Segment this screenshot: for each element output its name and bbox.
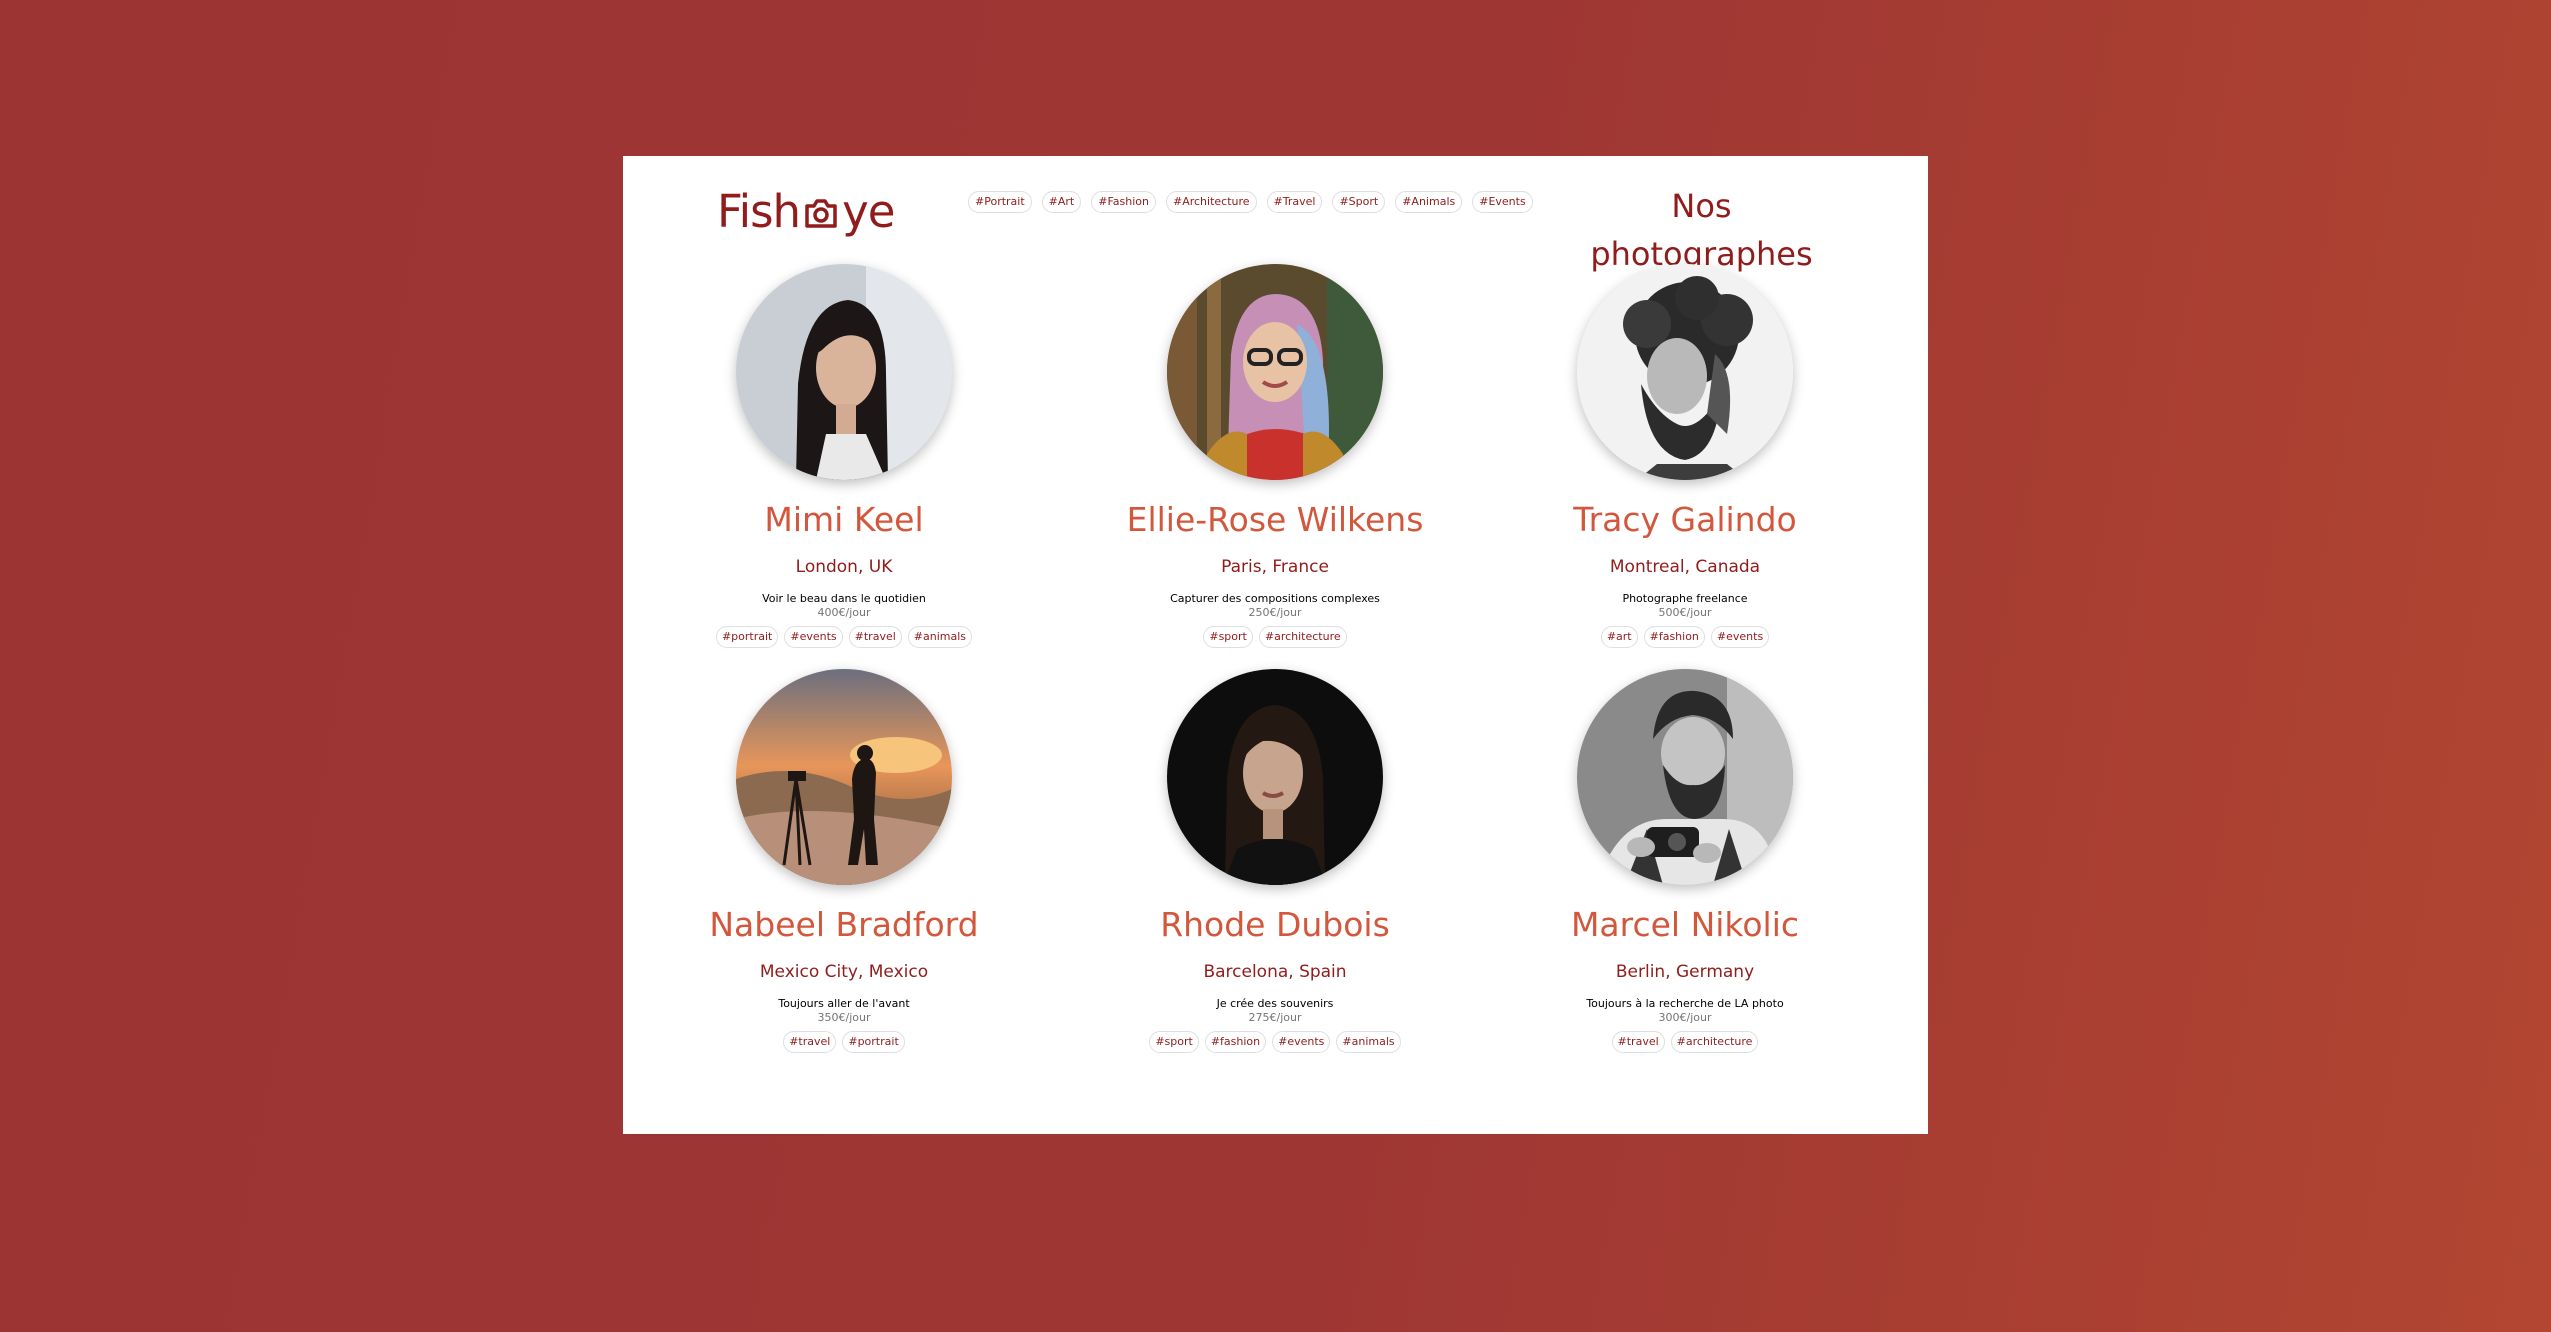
photographer-location: Barcelona, Spain <box>1203 962 1347 982</box>
photographer-tagline: Toujours aller de l'avant <box>778 997 910 1010</box>
photographer-tag[interactable]: #events <box>1710 626 1770 648</box>
photographer-tagline: Voir le beau dans le quotidien <box>762 592 926 605</box>
photographer-tag[interactable]: #animals <box>907 626 973 648</box>
photographer-price: 350€/jour <box>817 1011 871 1024</box>
photographer-name[interactable]: Nabeel Bradford <box>639 903 1049 947</box>
nav-tag-art[interactable]: #Art <box>1041 191 1082 213</box>
photographer-location: London, UK <box>795 557 893 577</box>
photographer-tag[interactable]: #art <box>1600 626 1638 648</box>
photographer-card-rhode-dubois[interactable]: Rhode Dubois Barcelona, Spain Je crée de… <box>1070 669 1480 1053</box>
photographer-tags: #travel #architecture <box>1480 1031 1890 1053</box>
photographer-location: Montreal, Canada <box>1609 557 1761 577</box>
photographer-photo[interactable] <box>1577 669 1793 885</box>
photographer-tag[interactable]: #portrait <box>842 1031 905 1053</box>
photographer-tag[interactable]: #architecture <box>1670 1031 1759 1053</box>
photographer-tag[interactable]: #portrait <box>715 626 779 648</box>
photographer-photo[interactable] <box>736 264 952 480</box>
photographer-tag[interactable]: #sport <box>1203 626 1253 648</box>
photographer-card-marcel-nikolic[interactable]: Marcel Nikolic Berlin, Germany Toujours … <box>1480 669 1890 1053</box>
photographer-location: Paris, France <box>1221 557 1329 577</box>
tag-filter-nav: #Portrait #Art #Fashion #Architecture #T… <box>968 191 1533 213</box>
nav-tag-sport[interactable]: #Sport <box>1332 191 1386 213</box>
photographer-tag[interactable]: #events <box>1272 1031 1331 1053</box>
photographer-tags: #sport #fashion #events #animals <box>1070 1031 1480 1053</box>
nav-tag-architecture[interactable]: #Architecture <box>1165 191 1257 213</box>
photographer-name[interactable]: Mimi Keel <box>639 498 1049 542</box>
photographer-tags: #travel #portrait <box>639 1031 1049 1053</box>
photographer-photo[interactable] <box>1167 264 1383 480</box>
photographer-price: 300€/jour <box>1658 1011 1712 1024</box>
photographer-name[interactable]: Tracy Galindo <box>1480 498 1890 542</box>
photographer-card-mimi-keel[interactable]: Mimi Keel London, UK Voir le beau dans l… <box>639 264 1049 648</box>
photographer-tag[interactable]: #travel <box>783 1031 837 1053</box>
photographer-name[interactable]: Marcel Nikolic <box>1480 903 1890 947</box>
nav-tag-animals[interactable]: #Animals <box>1395 191 1463 213</box>
photographer-name[interactable]: Rhode Dubois <box>1070 903 1480 947</box>
nav-tag-travel[interactable]: #Travel <box>1266 191 1323 213</box>
photographer-tagline: Toujours à la recherche de LA photo <box>1586 997 1784 1010</box>
photographer-location: Mexico City, Mexico <box>759 962 929 982</box>
photographer-tags: #portrait #events #travel #animals <box>639 626 1049 648</box>
photographer-tag[interactable]: #travel <box>1611 1031 1665 1053</box>
photographer-price: 400€/jour <box>817 606 871 619</box>
photographer-tag[interactable]: #sport <box>1149 1031 1199 1053</box>
photographer-tags: #art #fashion #events <box>1480 626 1890 648</box>
photographer-tag[interactable]: #travel <box>848 626 902 648</box>
photographer-tags: #sport #architecture <box>1070 626 1480 648</box>
photographer-tag[interactable]: #events <box>784 626 843 648</box>
nav-tag-events[interactable]: #Events <box>1472 191 1533 213</box>
photographer-location: Berlin, Germany <box>1615 962 1755 982</box>
photographer-tag[interactable]: #fashion <box>1643 626 1705 648</box>
nav-tag-fashion[interactable]: #Fashion <box>1091 191 1156 213</box>
photographer-tagline: Photographe freelance <box>1622 592 1748 605</box>
photographer-card-tracy-galindo[interactable]: Tracy Galindo Montreal, Canada Photograp… <box>1480 264 1890 648</box>
fisheye-logo[interactable]: Fish ye <box>717 176 895 246</box>
photographer-price: 500€/jour <box>1658 606 1712 619</box>
photographer-photo[interactable] <box>1167 669 1383 885</box>
photographer-tagline: Je crée des souvenirs <box>1216 997 1334 1010</box>
logo-text-start: Fish <box>717 184 801 238</box>
photographer-tag[interactable]: #animals <box>1336 1031 1401 1053</box>
photographer-tagline: Capturer des compositions complexes <box>1170 592 1380 605</box>
main-card: Fish ye #Portrait #Art #Fashion #Archite… <box>623 156 1928 1134</box>
photographer-photo[interactable] <box>1577 264 1793 480</box>
photographer-tag[interactable]: #architecture <box>1258 626 1347 648</box>
photographer-price: 250€/jour <box>1248 606 1302 619</box>
logo-text-end: ye <box>842 184 895 238</box>
nav-tag-portrait[interactable]: #Portrait <box>968 191 1032 213</box>
photographer-name[interactable]: Ellie-Rose Wilkens <box>1070 498 1480 542</box>
camera-icon <box>801 193 841 233</box>
photographer-card-nabeel-bradford[interactable]: Nabeel Bradford Mexico City, Mexico Touj… <box>639 669 1049 1053</box>
photographer-card-ellie-rose-wilkens[interactable]: Ellie-Rose Wilkens Paris, France Capture… <box>1070 264 1480 648</box>
photographer-photo[interactable] <box>736 669 952 885</box>
photographer-price: 275€/jour <box>1248 1011 1302 1024</box>
photographer-tag[interactable]: #fashion <box>1204 1031 1267 1053</box>
